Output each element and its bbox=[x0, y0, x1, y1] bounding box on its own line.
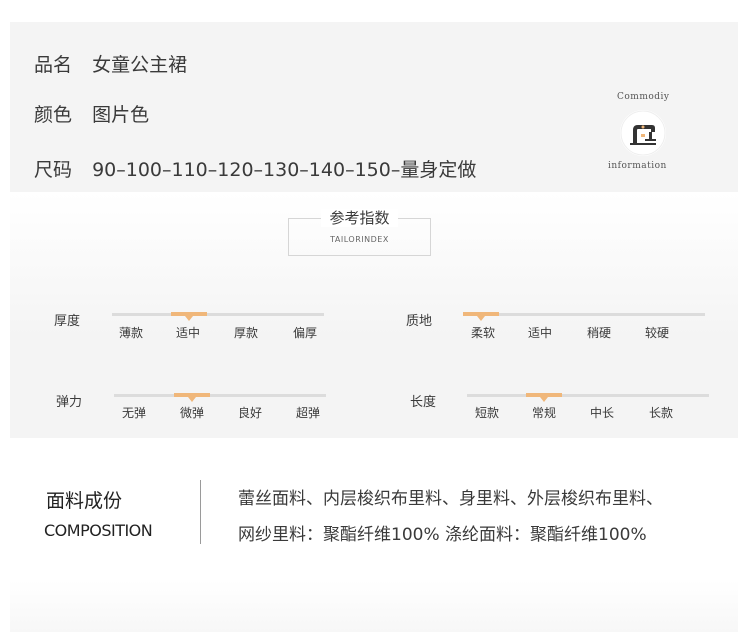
product-color-row: 颜色 图片色 bbox=[34, 100, 149, 127]
length-label: 长度 bbox=[410, 395, 437, 410]
texture-label: 质地 bbox=[406, 314, 433, 329]
product-color-label: 颜色 bbox=[34, 104, 73, 126]
product-size-row: 尺码 90–100–110–120–130–140–150–量身定做 bbox=[34, 155, 476, 182]
product-color-value: 图片色 bbox=[92, 104, 150, 126]
texture-marker bbox=[463, 312, 499, 321]
product-name-value: 女童公主裙 bbox=[92, 54, 188, 76]
elasticity-option: 良好 bbox=[237, 406, 263, 420]
composition-line-1: 蕾丝面料、内层梭织布里料、身里料、外层梭织布里料、 bbox=[238, 489, 663, 509]
composition-title: 面料成份 bbox=[46, 490, 123, 512]
length-track bbox=[467, 393, 709, 402]
composition-title-en: COMPOSITION bbox=[44, 521, 153, 540]
commodity-badge-bottom-text: information bbox=[608, 161, 667, 171]
thickness-marker bbox=[171, 312, 207, 321]
product-name-label: 品名 bbox=[34, 54, 73, 76]
reference-index-subtitle: TAILORINDEX bbox=[330, 235, 389, 244]
length-option: 短款 bbox=[474, 406, 500, 420]
texture-option: 柔软 bbox=[470, 326, 496, 340]
length-option: 常规 bbox=[531, 406, 557, 420]
bottom-fade bbox=[10, 580, 738, 632]
product-size-label: 尺码 bbox=[34, 159, 73, 181]
reference-index-title: 参考指数 bbox=[321, 209, 398, 227]
thickness-option: 偏厚 bbox=[292, 326, 318, 340]
reference-index-header: 参考指数 TAILORINDEX bbox=[288, 209, 431, 256]
composition-section: 面料成份 COMPOSITION 蕾丝面料、内层梭织布里料、身里料、外层梭织布里… bbox=[10, 444, 738, 580]
texture-option: 稍硬 bbox=[586, 326, 612, 340]
length-option: 长款 bbox=[648, 406, 674, 420]
thickness-label: 厚度 bbox=[54, 314, 81, 329]
texture-track bbox=[463, 312, 705, 321]
elasticity-option: 微弹 bbox=[179, 406, 205, 420]
composition-line-2: 网纱里料：聚酯纤维100% 涤纶面料：聚酯纤维100% bbox=[238, 525, 647, 545]
thickness-option: 适中 bbox=[175, 326, 201, 340]
commodity-badge-top-text: Commodiy bbox=[617, 92, 670, 102]
elasticity-marker bbox=[174, 393, 210, 402]
texture-option: 较硬 bbox=[644, 326, 670, 340]
elasticity-option: 无弹 bbox=[121, 406, 147, 420]
length-marker bbox=[526, 393, 562, 402]
sewing-machine-icon bbox=[620, 110, 666, 156]
thickness-track bbox=[112, 312, 324, 321]
texture-option: 适中 bbox=[527, 326, 553, 340]
thickness-option: 薄款 bbox=[118, 326, 144, 340]
length-option: 中长 bbox=[589, 406, 615, 420]
product-size-value: 90–100–110–120–130–140–150–量身定做 bbox=[92, 159, 477, 181]
thickness-option: 厚款 bbox=[233, 326, 259, 340]
reference-index-section: 参考指数 TAILORINDEX 厚度 薄款 适中 厚款 偏厚 质地 柔软 适中… bbox=[10, 192, 738, 438]
product-info-panel: 品名 女童公主裙 颜色 图片色 尺码 90–100–110–120–130–14… bbox=[10, 22, 738, 192]
product-name-row: 品名 女童公主裙 bbox=[34, 50, 187, 77]
elasticity-label: 弹力 bbox=[56, 395, 83, 410]
elasticity-option: 超弹 bbox=[295, 406, 321, 420]
elasticity-track bbox=[114, 393, 326, 402]
composition-divider bbox=[200, 480, 201, 544]
